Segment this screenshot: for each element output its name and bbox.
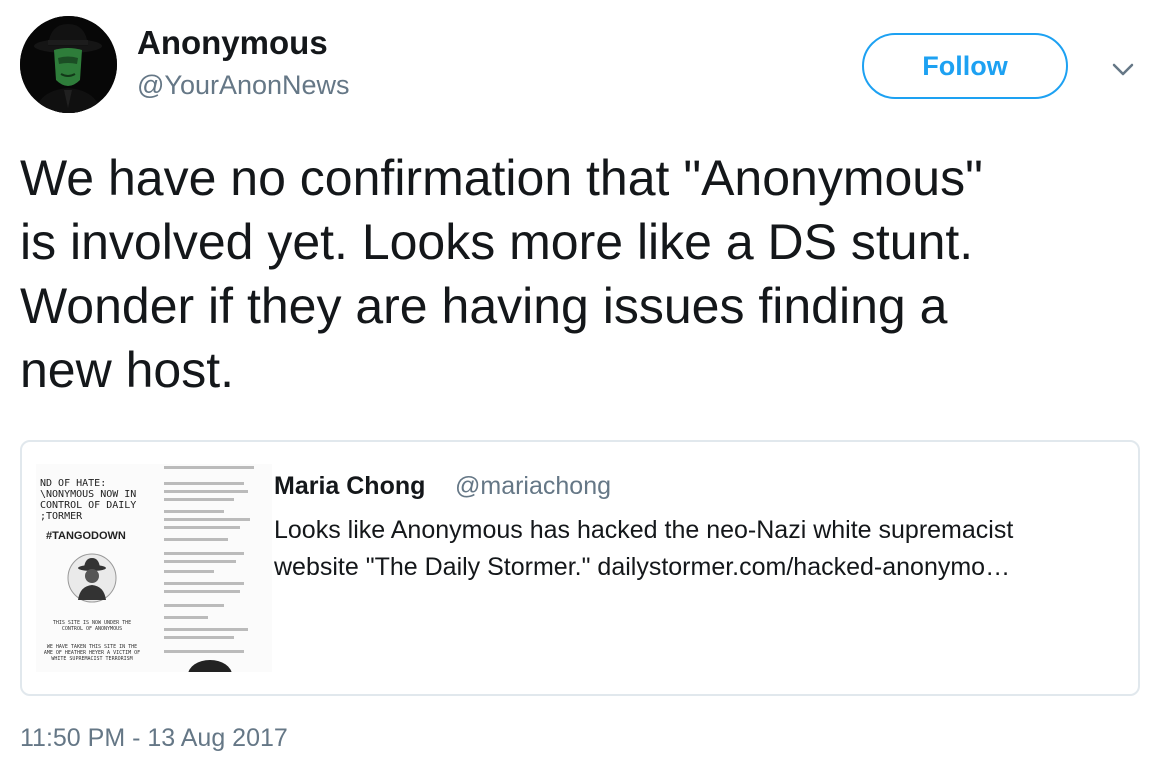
image-text-line [164,636,234,639]
tweet: Anonymous @YourAnonNews Follow We have n… [0,0,1160,774]
image-text-line [164,650,244,653]
image-text-line [164,518,250,521]
follow-button[interactable]: Follow [862,33,1068,99]
quoted-tweet-card[interactable]: ND OF HATE: \NONYMOUS NOW IN CONTROL OF … [20,440,1140,696]
image-text-line [164,604,224,607]
image-text-line [164,482,244,485]
tweet-text-line: Wonder if they are having issues finding… [20,278,948,334]
image-text-line [164,552,244,555]
quoted-tweet-text-line: Looks like Anonymous has hacked the neo-… [274,516,1014,544]
quoted-image-hashtag: #TANGODOWN [46,530,126,542]
image-text-line [164,526,240,529]
tweet-timestamp[interactable]: 11:50 PM - 13 Aug 2017 [20,724,288,753]
quoted-tweet-author-handle[interactable]: @mariachong [455,472,611,501]
image-text-line [164,560,236,563]
image-text-line [164,498,234,501]
chevron-down-icon[interactable] [1108,58,1138,82]
image-text-line [164,490,248,493]
author-display-name[interactable]: Anonymous [137,24,328,62]
quoted-tweet-text-line: website "The Daily Stormer." dailystorme… [274,553,1011,581]
quoted-image-left-panel: ND OF HATE: \NONYMOUS NOW IN CONTROL OF … [36,464,148,672]
quoted-image-headline: ND OF HATE: \NONYMOUS NOW IN CONTROL OF … [40,478,137,522]
image-text-line [164,590,240,593]
quoted-tweet-author-name[interactable]: Maria Chong [274,472,425,501]
quoted-image-right-panel [154,464,272,672]
image-text-line [164,628,248,631]
author-avatar[interactable] [20,16,117,113]
quoted-tweet-text: Looks like Anonymous has hacked the neo-… [274,512,1124,586]
anonymous-mask-avatar-icon [20,16,117,113]
image-text-line [164,466,254,469]
image-text-line [164,570,214,573]
quoted-image-footer-1: THIS SITE IS NOW UNDER THE CONTROL OF AN… [52,620,132,632]
tweet-text: We have no confirmation that "Anonymous"… [20,146,1140,402]
quoted-tweet-image[interactable]: ND OF HATE: \NONYMOUS NOW IN CONTROL OF … [36,464,272,672]
image-text-line [164,616,208,619]
image-text-line [164,582,244,585]
image-text-line [164,538,228,541]
tweet-text-line: is involved yet. Looks more like a DS st… [20,214,974,270]
quoted-image-footer-2: WE HAVE TAKEN THIS SITE IN THE AME OF HE… [43,644,141,662]
tweet-text-line: We have no confirmation that "Anonymous" [20,150,983,206]
image-avatar [188,660,232,672]
image-text-line [164,510,224,513]
author-handle[interactable]: @YourAnonNews [137,70,350,101]
anonymous-emblem-icon [67,553,117,603]
tweet-text-line: new host. [20,342,235,398]
